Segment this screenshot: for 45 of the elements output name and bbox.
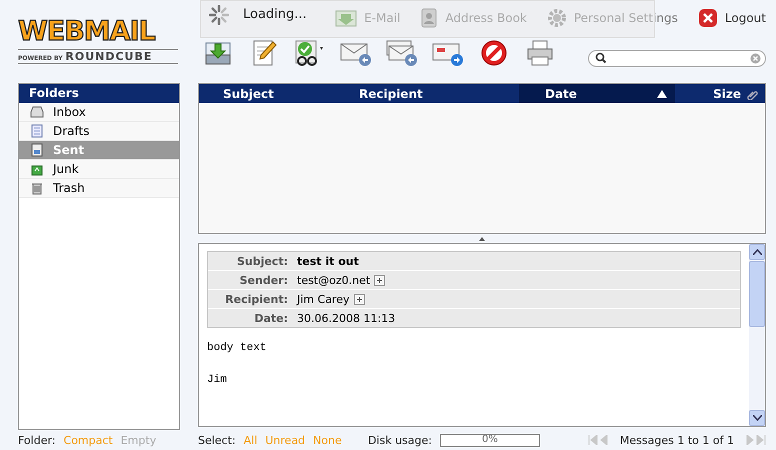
- header-label: Subject:: [236, 254, 288, 268]
- header-value: Jim Carey: [297, 292, 350, 306]
- quota-reading: 0%: [481, 434, 499, 444]
- folder-item[interactable]: Inbox: [19, 103, 179, 122]
- gear-icon: [546, 8, 567, 28]
- message-count: Messages 1 to 1 of 1: [620, 434, 734, 446]
- notepad-icon: [30, 124, 44, 138]
- sort-arrow-icon: [657, 90, 667, 98]
- select-label: Select:: [198, 434, 236, 446]
- close-icon: [698, 8, 718, 28]
- search-field[interactable]: [588, 50, 766, 66]
- scrollbar[interactable]: [749, 244, 765, 426]
- column-header[interactable]: Date: [519, 84, 675, 103]
- add-contact-icon[interactable]: [374, 274, 386, 286]
- header-value: 30.06.2008 11:13: [297, 312, 396, 324]
- folders-header: Folders: [19, 84, 179, 103]
- scroll-up-icon[interactable]: [752, 249, 762, 255]
- outbox-icon: [30, 143, 44, 157]
- header-label: Recipient:: [224, 292, 288, 306]
- printer-icon: [525, 38, 555, 68]
- nav-link[interactable]: Logout: [698, 8, 766, 28]
- prohibited-icon: [479, 38, 509, 68]
- add-contact-icon[interactable]: [354, 294, 364, 304]
- envelopes-reply-icon: [385, 38, 419, 68]
- header-value: test it out: [297, 254, 359, 268]
- column-header[interactable]: Size: [675, 84, 765, 103]
- scroll-down-icon[interactable]: [752, 415, 762, 421]
- column-header[interactable]: Recipient: [335, 84, 519, 103]
- folder-item[interactable]: Trash: [19, 179, 179, 198]
- message-body: body text Jim: [207, 341, 268, 388]
- header-label: Sender:: [238, 274, 288, 286]
- spinner-icon: [209, 5, 229, 25]
- header-label: Date:: [253, 312, 288, 324]
- folder-label: Folder:: [18, 434, 56, 446]
- disk-usage-label: Disk usage:: [368, 434, 432, 446]
- folder-item[interactable]: Drafts: [19, 122, 179, 141]
- trash-can-icon: [30, 181, 44, 195]
- loading-text: Loading...: [243, 7, 307, 22]
- tray-icon: [30, 105, 44, 119]
- search-icon: [595, 52, 607, 64]
- splitter-caret-icon[interactable]: [479, 236, 485, 240]
- address-book-icon: [420, 8, 438, 28]
- column-header[interactable]: Subject: [199, 84, 335, 103]
- header-value: test@oz0.net: [297, 274, 370, 286]
- folder-item[interactable]: Junk: [19, 160, 179, 179]
